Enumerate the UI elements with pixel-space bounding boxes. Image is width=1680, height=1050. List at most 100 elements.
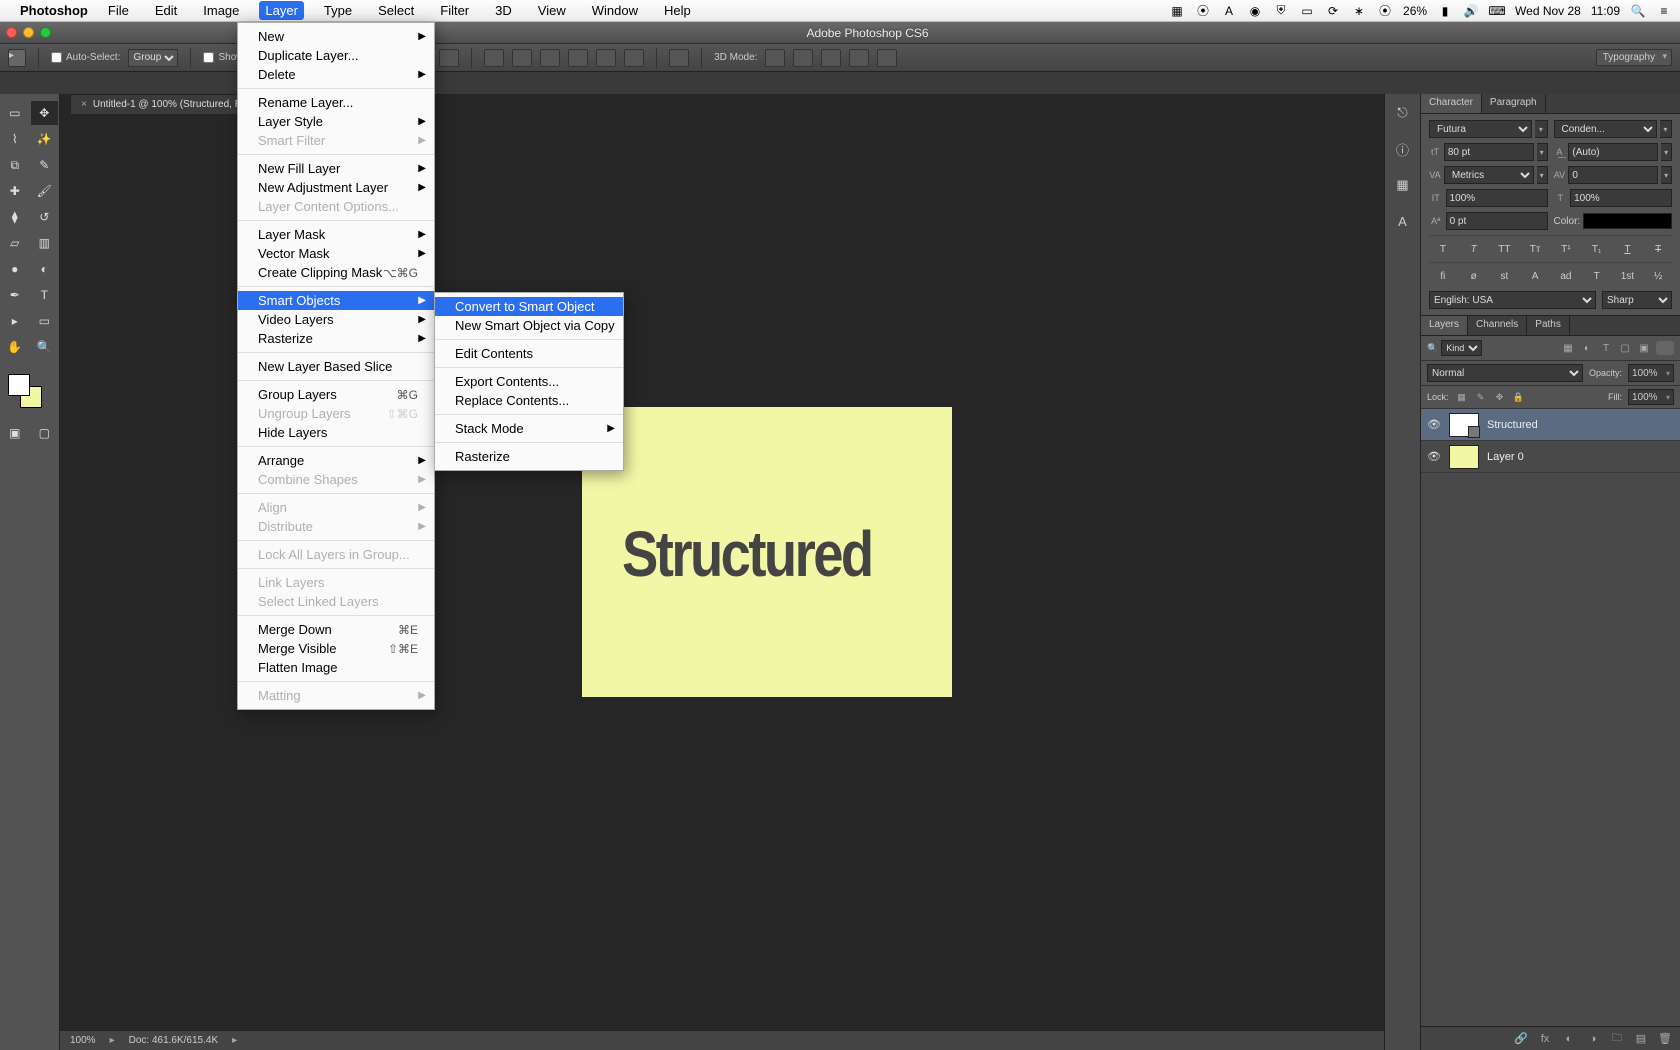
filter-adjust-icon[interactable]: ◐ [1580, 341, 1594, 355]
stamp-tool[interactable]: ⧫ [1, 205, 29, 229]
close-window-button[interactable] [6, 27, 17, 38]
filter-type-icon[interactable]: T [1599, 341, 1613, 355]
menu-item[interactable]: New Adjustment Layer▶ [238, 178, 434, 197]
superscript-button[interactable]: T¹ [1552, 240, 1580, 258]
lasso-tool[interactable]: ⌇ [1, 127, 29, 151]
type-tool[interactable]: T [31, 283, 59, 307]
tab-channels[interactable]: Channels [1468, 316, 1527, 335]
menu-help[interactable]: Help [658, 1, 697, 20]
antialias-select[interactable]: Sharp [1602, 291, 1672, 309]
font-size-input[interactable] [1444, 143, 1534, 161]
docinfo-menu-icon[interactable]: ▸ [232, 1035, 237, 1046]
3d-icon[interactable] [877, 49, 897, 67]
wand-tool[interactable]: ✨ [31, 127, 59, 151]
ot-button[interactable]: st [1491, 267, 1519, 285]
auto-select-checkbox[interactable]: Auto-Select: [51, 52, 120, 63]
dropdown-icon[interactable]: ▾ [1537, 143, 1548, 161]
tab-paragraph[interactable]: Paragraph [1482, 94, 1546, 113]
battery-icon[interactable]: ▮ [1437, 3, 1453, 19]
sync-icon[interactable]: ⟳ [1325, 3, 1341, 19]
menu-type[interactable]: Type [318, 1, 358, 20]
3d-icon[interactable] [849, 49, 869, 67]
menu-item[interactable]: Replace Contents... [435, 391, 623, 410]
doc-info[interactable]: Doc: 461.6K/615.4K [129, 1035, 219, 1046]
menu-edit[interactable]: Edit [149, 1, 183, 20]
menu-window[interactable]: Window [586, 1, 644, 20]
menu-item[interactable]: Hide Layers [238, 423, 434, 442]
menu-item[interactable]: Group Layers⌘G [238, 385, 434, 404]
dropdown-icon[interactable]: ▾ [1537, 166, 1548, 184]
trash-icon[interactable]: 🗑 [1658, 1032, 1672, 1046]
3d-icon[interactable] [821, 49, 841, 67]
tracking-input[interactable] [1568, 166, 1658, 184]
menu-item[interactable]: Rasterize▶ [238, 329, 434, 348]
layer-thumbnail[interactable] [1449, 445, 1479, 469]
text-color-swatch[interactable] [1583, 213, 1672, 229]
filter-toggle[interactable] [1656, 341, 1674, 355]
menubar-icon[interactable]: ⦿ [1195, 3, 1211, 19]
menu-item[interactable]: Smart Objects▶ [238, 291, 434, 310]
strike-button[interactable]: T [1644, 240, 1672, 258]
hscale-input[interactable] [1570, 189, 1672, 207]
mask-icon[interactable]: ◐ [1562, 1032, 1576, 1046]
move-tool-icon[interactable]: ▸ [8, 49, 26, 67]
distribute-icon[interactable] [624, 49, 644, 67]
auto-align-icon[interactable] [669, 49, 689, 67]
canvas[interactable]: Structured [582, 407, 952, 697]
wifi-icon[interactable]: ⦿ [1377, 3, 1393, 19]
fx-icon[interactable]: fx [1538, 1032, 1552, 1046]
layer-row[interactable]: 👁Layer 0 [1421, 441, 1680, 473]
menu-item[interactable]: Duplicate Layer... [238, 46, 434, 65]
menu-file[interactable]: File [102, 1, 135, 20]
underline-button[interactable]: T [1614, 240, 1642, 258]
language-select[interactable]: English: USA [1429, 291, 1596, 309]
ot-button[interactable]: fi [1429, 267, 1457, 285]
menu-item[interactable]: Edit Contents [435, 344, 623, 363]
menu-item[interactable]: Layer Style▶ [238, 112, 434, 131]
dodge-tool[interactable]: ◐ [31, 257, 59, 281]
path-select-tool[interactable]: ▸ [1, 309, 29, 333]
screenmode-button[interactable]: ▢ [31, 421, 59, 445]
ot-button[interactable]: ø [1460, 267, 1488, 285]
menu-item[interactable]: Flatten Image [238, 658, 434, 677]
leading-input[interactable] [1568, 143, 1658, 161]
menu-item[interactable]: New Fill Layer▶ [238, 159, 434, 178]
bold-button[interactable]: T [1429, 240, 1457, 258]
distribute-icon[interactable] [540, 49, 560, 67]
auto-select-group[interactable]: Group [128, 49, 178, 67]
blend-mode-select[interactable]: Normal [1427, 364, 1583, 382]
menu-item[interactable]: Stack Mode▶ [435, 419, 623, 438]
menu-item[interactable]: New Smart Object via Copy [435, 316, 623, 335]
close-tab-icon[interactable]: × [81, 99, 87, 110]
font-family-select[interactable]: Futura [1429, 120, 1532, 138]
menu-item[interactable]: Convert to Smart Object [435, 297, 623, 316]
notifications-icon[interactable]: ≡ [1656, 3, 1672, 19]
fill-value[interactable]: 100% [1628, 389, 1674, 405]
menu-item[interactable]: Rasterize [435, 447, 623, 466]
layer-name[interactable]: Layer 0 [1487, 451, 1524, 463]
ot-button[interactable]: T [1583, 267, 1611, 285]
menu-3d[interactable]: 3D [489, 1, 518, 20]
foreground-color-swatch[interactable] [8, 374, 30, 396]
dock-icon[interactable]: ▦ [1392, 174, 1414, 196]
vscale-input[interactable] [1446, 189, 1548, 207]
ot-button[interactable]: ½ [1644, 267, 1672, 285]
eyedropper-tool[interactable]: ✎ [31, 153, 59, 177]
ot-button[interactable]: 1st [1614, 267, 1642, 285]
menu-select[interactable]: Select [372, 1, 420, 20]
crop-tool[interactable]: ⧉ [1, 153, 29, 177]
keyboard-icon[interactable]: ⌨ [1489, 3, 1505, 19]
marquee-tool[interactable]: ▭ [1, 101, 29, 125]
3d-icon[interactable] [765, 49, 785, 67]
menu-image[interactable]: Image [197, 1, 245, 20]
align-icon[interactable] [439, 49, 459, 67]
volume-icon[interactable]: 🔊 [1463, 3, 1479, 19]
distribute-icon[interactable] [568, 49, 588, 67]
menu-item[interactable]: Vector Mask▶ [238, 244, 434, 263]
zoom-window-button[interactable] [40, 27, 51, 38]
ot-button[interactable]: A [1521, 267, 1549, 285]
menu-item[interactable]: Create Clipping Mask⌥⌘G [238, 263, 434, 282]
dock-icon[interactable]: ⎋ [1392, 102, 1414, 124]
baseline-input[interactable] [1446, 212, 1548, 230]
visibility-eye-icon[interactable]: 👁 [1427, 418, 1441, 431]
